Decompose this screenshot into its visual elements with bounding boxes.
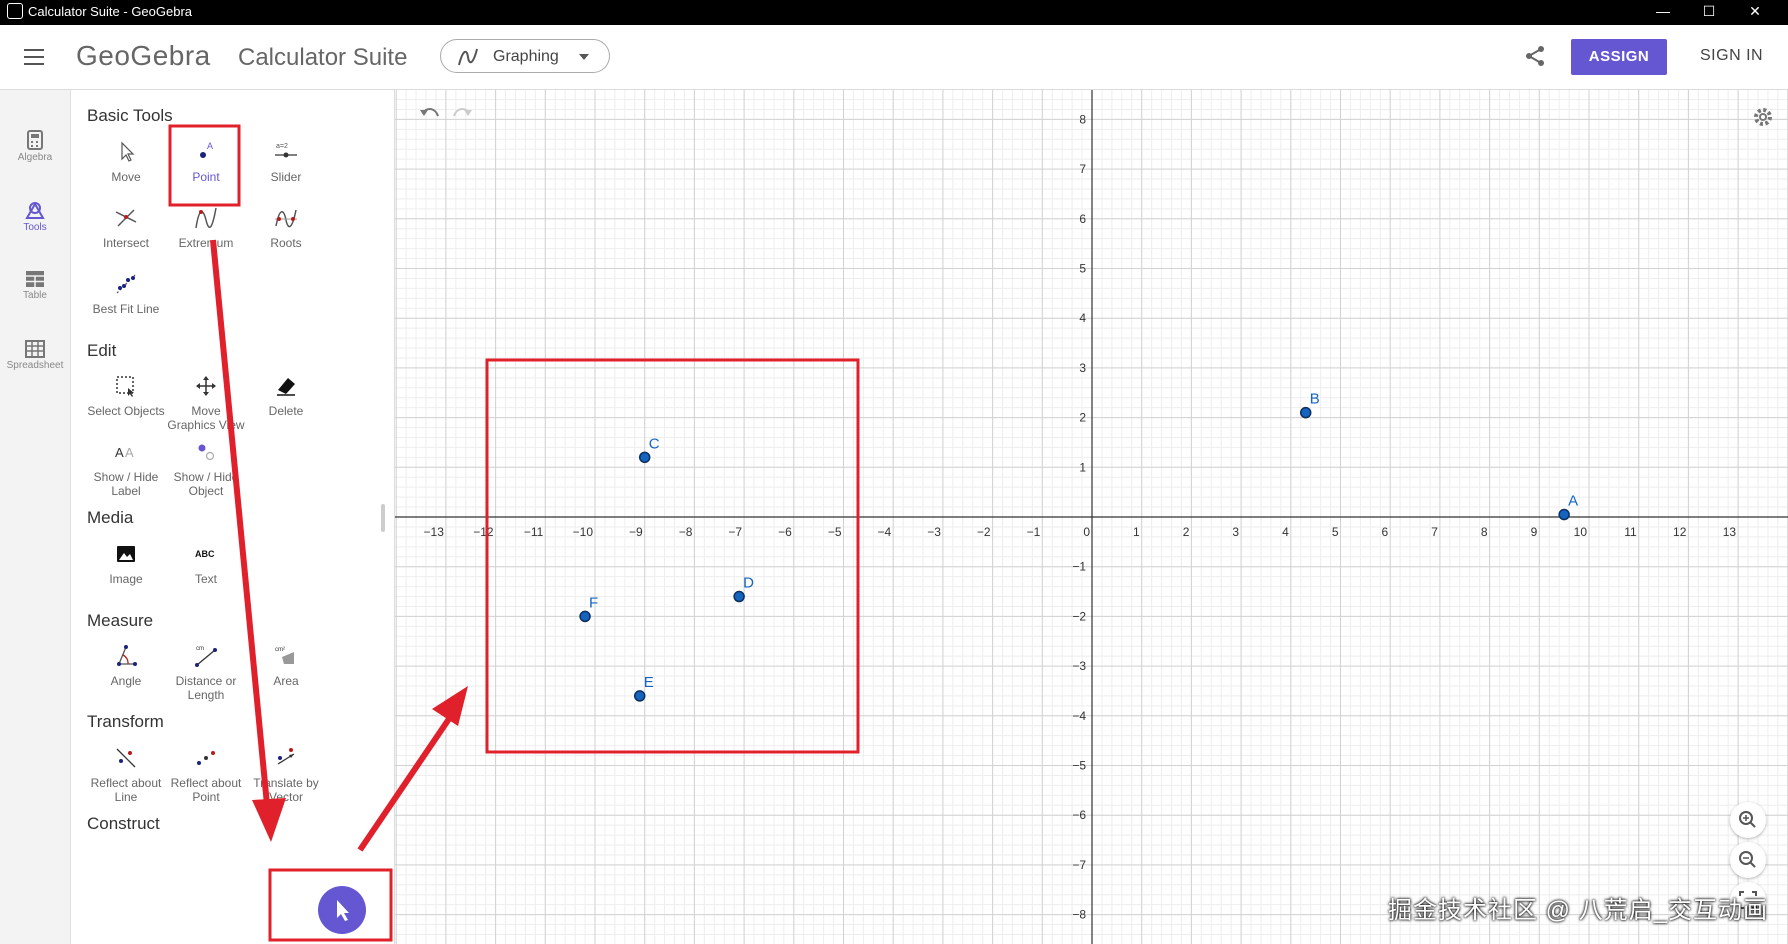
- watermark-text: 掘金技术社区 @ 八荒启_交互动画: [1388, 897, 1769, 924]
- annotation-overlay: [168, 124, 860, 942]
- annotation-arrowhead-down: [252, 798, 286, 842]
- annotation-arrow-down: [210, 239, 271, 816]
- annotation-arrow-up: [357, 708, 458, 852]
- annotation-box-fab: [268, 868, 393, 942]
- annotation-box-point-tool: [168, 124, 241, 207]
- annotation-arrowhead-up: [432, 686, 468, 726]
- annotation-box-points: [485, 358, 860, 754]
